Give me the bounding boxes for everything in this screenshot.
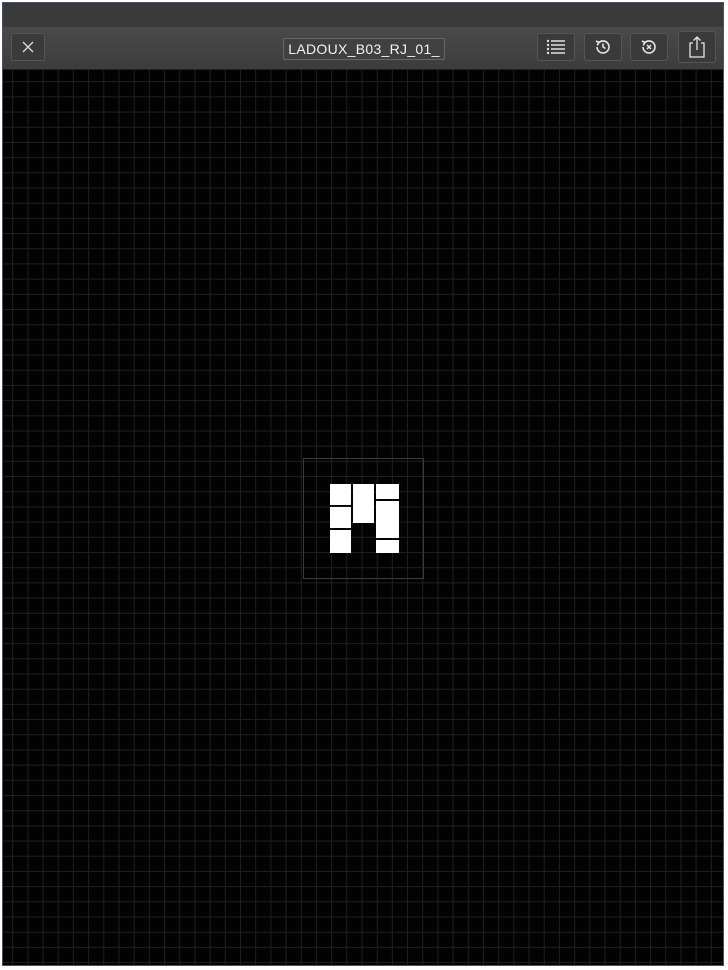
history-button[interactable] [584,33,622,61]
tile[interactable] [330,530,351,553]
history-icon [593,37,613,57]
share-icon [687,35,707,59]
list-icon [546,39,566,55]
tile[interactable] [376,540,399,553]
clear-icon [639,37,659,57]
tile[interactable] [330,484,351,505]
close-button[interactable] [11,33,45,61]
close-icon [21,40,35,54]
document-title-field[interactable]: LADOUX_B03_RJ_01_ [283,38,445,60]
toolbar: LADOUX_B03_RJ_01_ [3,27,723,70]
tile[interactable] [376,501,399,538]
tile[interactable] [353,484,374,523]
status-bar [3,3,723,28]
app-window: LADOUX_B03_RJ_01_ [2,2,724,966]
tile[interactable] [376,484,399,499]
drawing-canvas[interactable] [3,70,723,965]
clear-button[interactable] [630,33,668,61]
list-button[interactable] [537,33,575,61]
tile[interactable] [330,507,351,528]
share-button[interactable] [678,31,716,63]
